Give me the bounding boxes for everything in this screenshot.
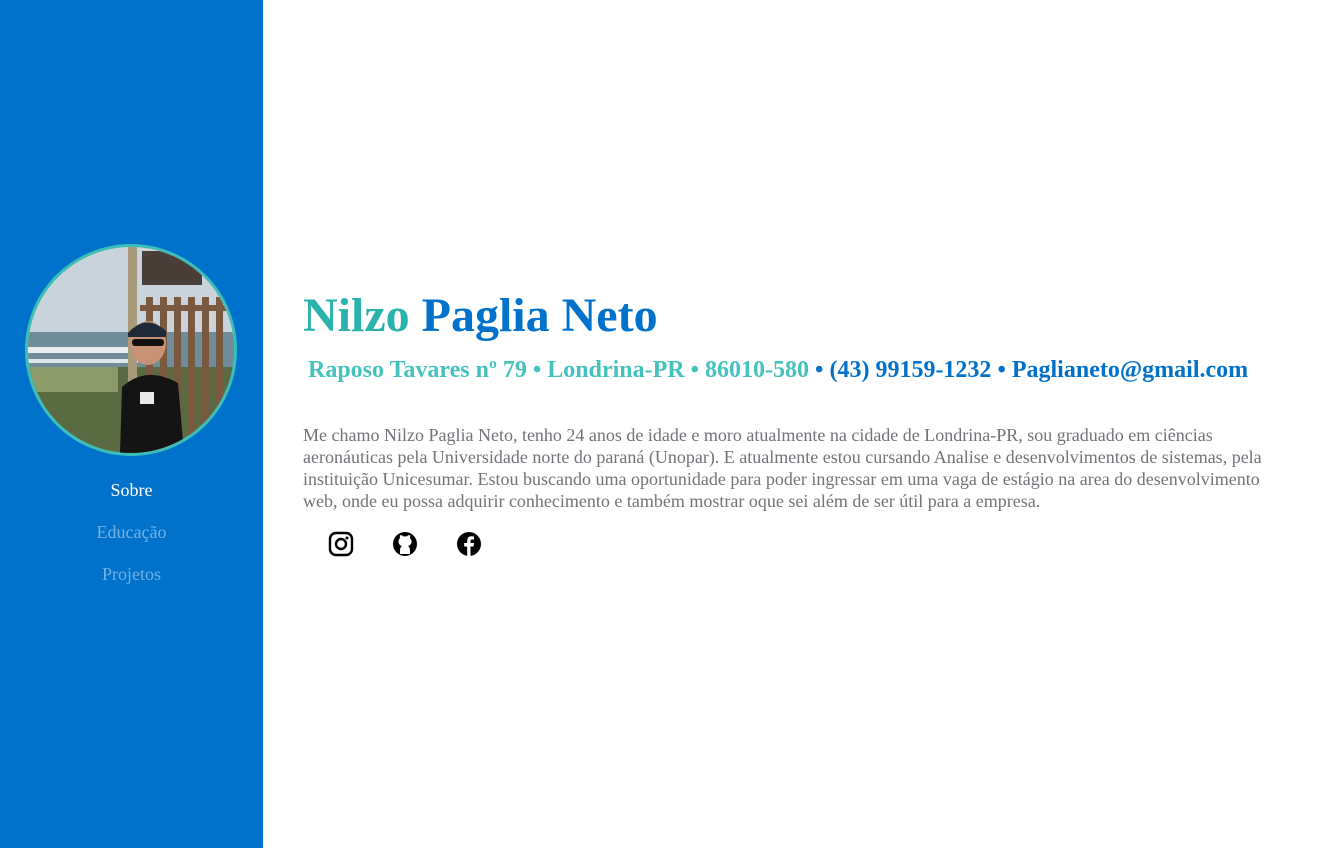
zip-code: 86010-580 (705, 357, 810, 383)
separator: • (690, 357, 700, 383)
separator: • (997, 357, 1006, 383)
nav-item-sobre[interactable]: Sobre (0, 478, 263, 520)
separator: • (815, 357, 824, 383)
nav-menu: Sobre Educação Projetos (0, 478, 263, 604)
city: Londrina-PR (547, 357, 685, 383)
name-rest: Paglia Neto (421, 289, 658, 342)
social-links (328, 530, 482, 558)
email-link[interactable]: Paglianeto@gmail.com (1012, 357, 1248, 383)
contact-line: Raposo Tavares nº 79 • Londrina-PR • 860… (308, 355, 1248, 385)
phone: (43) 99159-1232 (829, 357, 992, 383)
avatar (25, 244, 237, 456)
nav-item-educacao[interactable]: Educação (0, 520, 263, 562)
instagram-icon (328, 531, 354, 557)
profile-photo (28, 247, 234, 453)
facebook-link[interactable] (456, 530, 482, 558)
github-link[interactable] (392, 530, 418, 558)
main-content: Nilzo Paglia Neto Raposo Tavares nº 79 •… (303, 0, 1293, 848)
instagram-link[interactable] (328, 530, 354, 558)
about-text: Me chamo Nilzo Paglia Neto, tenho 24 ano… (303, 425, 1262, 511)
facebook-icon (457, 532, 481, 556)
page-title: Nilzo Paglia Neto (303, 288, 658, 344)
name-first: Nilzo (303, 289, 410, 342)
address: Raposo Tavares nº 79 (308, 357, 527, 383)
github-icon (393, 532, 417, 556)
separator: • (532, 357, 542, 383)
nav-item-projetos[interactable]: Projetos (0, 562, 263, 604)
sidebar: Sobre Educação Projetos (0, 0, 263, 848)
